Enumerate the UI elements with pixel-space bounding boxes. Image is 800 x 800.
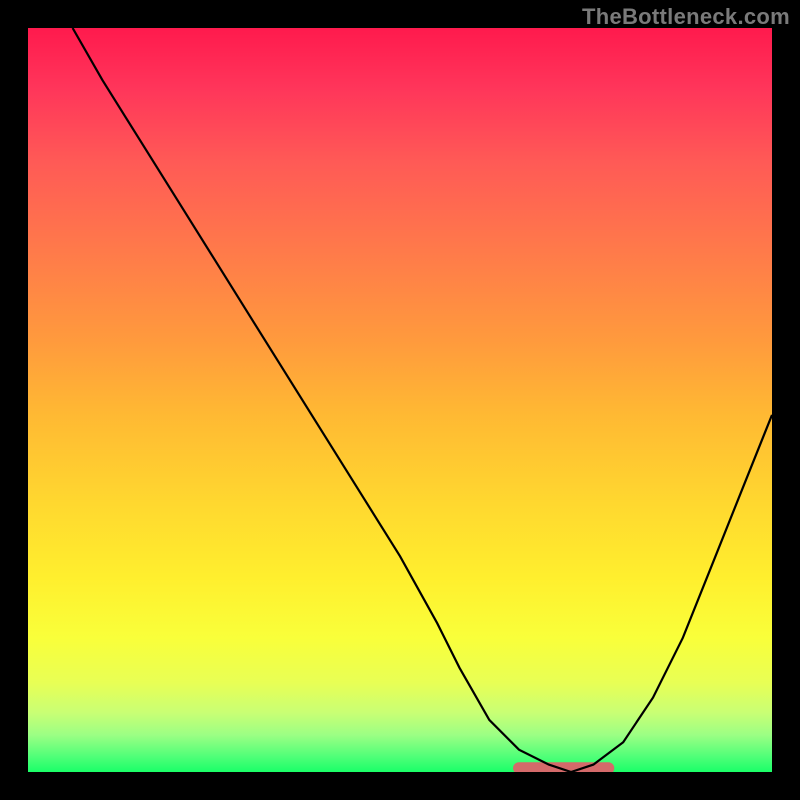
chart-frame: TheBottleneck.com <box>0 0 800 800</box>
chart-plot-area <box>28 28 772 772</box>
watermark-text: TheBottleneck.com <box>582 4 790 30</box>
chart-svg <box>28 28 772 772</box>
bottleneck-curve <box>73 28 772 772</box>
